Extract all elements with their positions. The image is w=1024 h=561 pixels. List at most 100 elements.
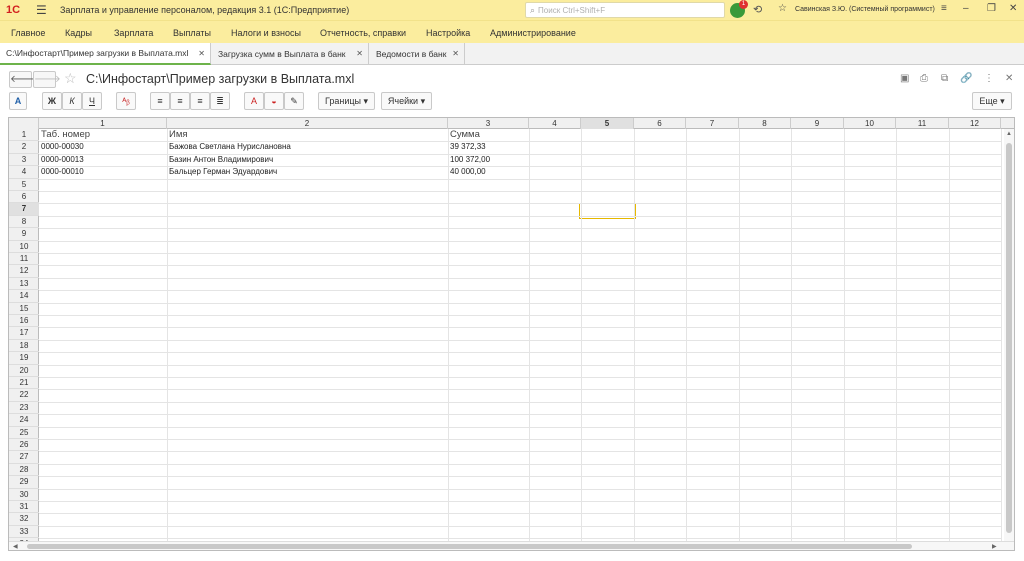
tab-mxl-file[interactable]: C:\Инфостарт\Пример загрузки в Выплата.m… — [0, 43, 211, 65]
row-header[interactable]: 32 — [9, 513, 39, 526]
cell-amount[interactable]: 39 372,33 — [448, 141, 486, 153]
row-header[interactable]: 15 — [9, 303, 39, 315]
row-header[interactable]: 17 — [9, 327, 39, 340]
column-header[interactable]: 6 — [634, 118, 686, 129]
close-window-icon[interactable]: ✕ — [1009, 3, 1017, 14]
row-header[interactable]: 7 — [9, 203, 39, 216]
close-icon[interactable]: ✕ — [1005, 73, 1013, 84]
row-header[interactable]: 9 — [9, 228, 39, 241]
preview-icon[interactable]: ⧉ — [941, 73, 948, 84]
row-header[interactable]: 31 — [9, 501, 39, 514]
more-icon[interactable]: ⋮ — [984, 73, 994, 84]
row-header[interactable]: 18 — [9, 340, 39, 353]
scroll-right-icon[interactable]: ▶ — [992, 543, 997, 550]
row-header[interactable]: 26 — [9, 439, 39, 452]
underline-button[interactable]: Ч — [82, 92, 102, 110]
cells-dropdown[interactable]: Ячейки ▾ — [381, 92, 432, 110]
link-icon[interactable]: 🔗 — [960, 73, 972, 84]
column-header[interactable]: 12 — [949, 118, 1001, 129]
column-header[interactable]: 3 — [448, 118, 529, 129]
close-tab-icon[interactable]: ✕ — [198, 49, 205, 58]
menu-main[interactable]: Главное — [11, 28, 45, 38]
row-header[interactable]: 16 — [9, 315, 39, 328]
spellcheck-icon[interactable]: ᴬᵦ — [116, 92, 136, 110]
column-header[interactable]: 8 — [739, 118, 791, 129]
row-header[interactable]: 25 — [9, 427, 39, 439]
minimize-icon[interactable]: – — [963, 3, 969, 14]
maximize-icon[interactable]: ❐ — [987, 3, 996, 14]
forward-button[interactable]: 🡒 — [33, 71, 61, 88]
row-header[interactable]: 8 — [9, 216, 39, 229]
row-header[interactable]: 29 — [9, 476, 39, 489]
row-header[interactable]: 30 — [9, 489, 39, 501]
menu-taxes[interactable]: Налоги и взносы — [231, 28, 301, 38]
close-tab-icon[interactable]: ✕ — [356, 49, 363, 58]
spreadsheet[interactable]: 1 2 3 4 5 6 7 8 9 10 11 12 1 2 3 4 5 6 7 8 9 10 11… — [8, 117, 1015, 551]
menu-payments[interactable]: Выплаты — [173, 28, 211, 38]
column-header[interactable]: 11 — [896, 118, 949, 129]
row-header[interactable]: 13 — [9, 278, 39, 291]
borders-dropdown[interactable]: Границы ▾ — [318, 92, 375, 110]
cell-tab-number[interactable]: 0000-00030 — [39, 141, 84, 153]
more-dropdown[interactable]: Еще ▾ — [972, 92, 1012, 110]
corner-cell[interactable] — [9, 118, 39, 129]
header-cell-name[interactable]: Имя — [167, 129, 188, 141]
notifications-icon[interactable]: 1 — [730, 0, 748, 18]
italic-button[interactable]: К — [62, 92, 82, 110]
menu-settings[interactable]: Настройка — [426, 28, 470, 38]
row-header[interactable]: 5 — [9, 179, 39, 191]
menu-administration[interactable]: Администрирование — [490, 28, 576, 38]
align-left-icon[interactable]: ≡ — [150, 92, 170, 110]
row-header[interactable]: 22 — [9, 389, 39, 402]
save-icon[interactable]: ▣ — [900, 73, 909, 84]
app-logo[interactable]: 1С — [6, 4, 30, 16]
back-button[interactable]: 🡐 — [9, 71, 37, 88]
menu-reports[interactable]: Отчетность, справки — [320, 28, 406, 38]
row-header[interactable]: 14 — [9, 290, 39, 303]
row-header[interactable]: 3 — [9, 154, 39, 167]
user-name[interactable]: Савинская З.Ю. (Системный программист) — [795, 6, 935, 13]
row-header[interactable]: 6 — [9, 191, 39, 204]
row-header[interactable]: 11 — [9, 253, 39, 266]
cell-name[interactable]: Бальцер Герман Эдуардович — [167, 166, 277, 178]
horizontal-scrollbar[interactable]: ◀ ▶ — [9, 541, 1014, 550]
cell-tab-number[interactable]: 0000-00010 — [39, 166, 84, 178]
header-cell-tab-number[interactable]: Таб. номер — [39, 129, 90, 141]
row-header[interactable]: 4 — [9, 166, 39, 179]
row-header[interactable]: 19 — [9, 352, 39, 365]
column-header[interactable]: 9 — [791, 118, 844, 129]
cell-amount[interactable]: 100 372,00 — [448, 154, 490, 166]
menu-personnel[interactable]: Кадры — [65, 28, 92, 38]
font-button[interactable]: A — [9, 92, 27, 110]
tab-upload-sums[interactable]: Загрузка сумм в Выплата в банк ✕ — [212, 43, 369, 65]
text-color-icon[interactable]: A — [244, 92, 264, 110]
row-header[interactable]: 2 — [9, 141, 39, 154]
highlight-icon[interactable]: ✎ — [284, 92, 304, 110]
horizontal-scroll-thumb[interactable] — [27, 544, 912, 549]
print-icon[interactable]: ⎙ — [920, 73, 928, 84]
cell-amount[interactable]: 40 000,00 — [448, 166, 486, 178]
align-justify-icon[interactable]: ≣ — [210, 92, 230, 110]
cell-tab-number[interactable]: 0000-00013 — [39, 154, 84, 166]
align-right-icon[interactable]: ≡ — [190, 92, 210, 110]
row-header[interactable]: 20 — [9, 365, 39, 377]
column-header[interactable]: 4 — [529, 118, 581, 129]
close-tab-icon[interactable]: ✕ — [452, 49, 459, 58]
row-header[interactable]: 28 — [9, 464, 39, 477]
column-header[interactable]: 7 — [686, 118, 739, 129]
scroll-left-icon[interactable]: ◀ — [13, 543, 18, 550]
column-header[interactable]: 1 — [39, 118, 167, 129]
vertical-scrollbar[interactable]: ▲ — [1004, 129, 1014, 550]
fill-color-icon[interactable]: ◒ — [264, 92, 284, 110]
row-header[interactable]: 1 — [9, 129, 39, 142]
vertical-scroll-thumb[interactable] — [1006, 143, 1012, 533]
menu-salary[interactable]: Зарплата — [114, 28, 153, 38]
tab-bank-statements[interactable]: Ведомости в банк ✕ — [370, 43, 465, 65]
row-header[interactable]: 23 — [9, 402, 39, 415]
favorite-star-icon[interactable]: ☆ — [64, 70, 77, 87]
bold-button[interactable]: Ж — [42, 92, 62, 110]
cell-name[interactable]: Бажова Светлана Нурислановна — [167, 141, 291, 153]
cell-name[interactable]: Базин Антон Владимирович — [167, 154, 273, 166]
column-header[interactable]: 10 — [844, 118, 896, 129]
settings-icon[interactable]: ≡ — [941, 3, 947, 14]
